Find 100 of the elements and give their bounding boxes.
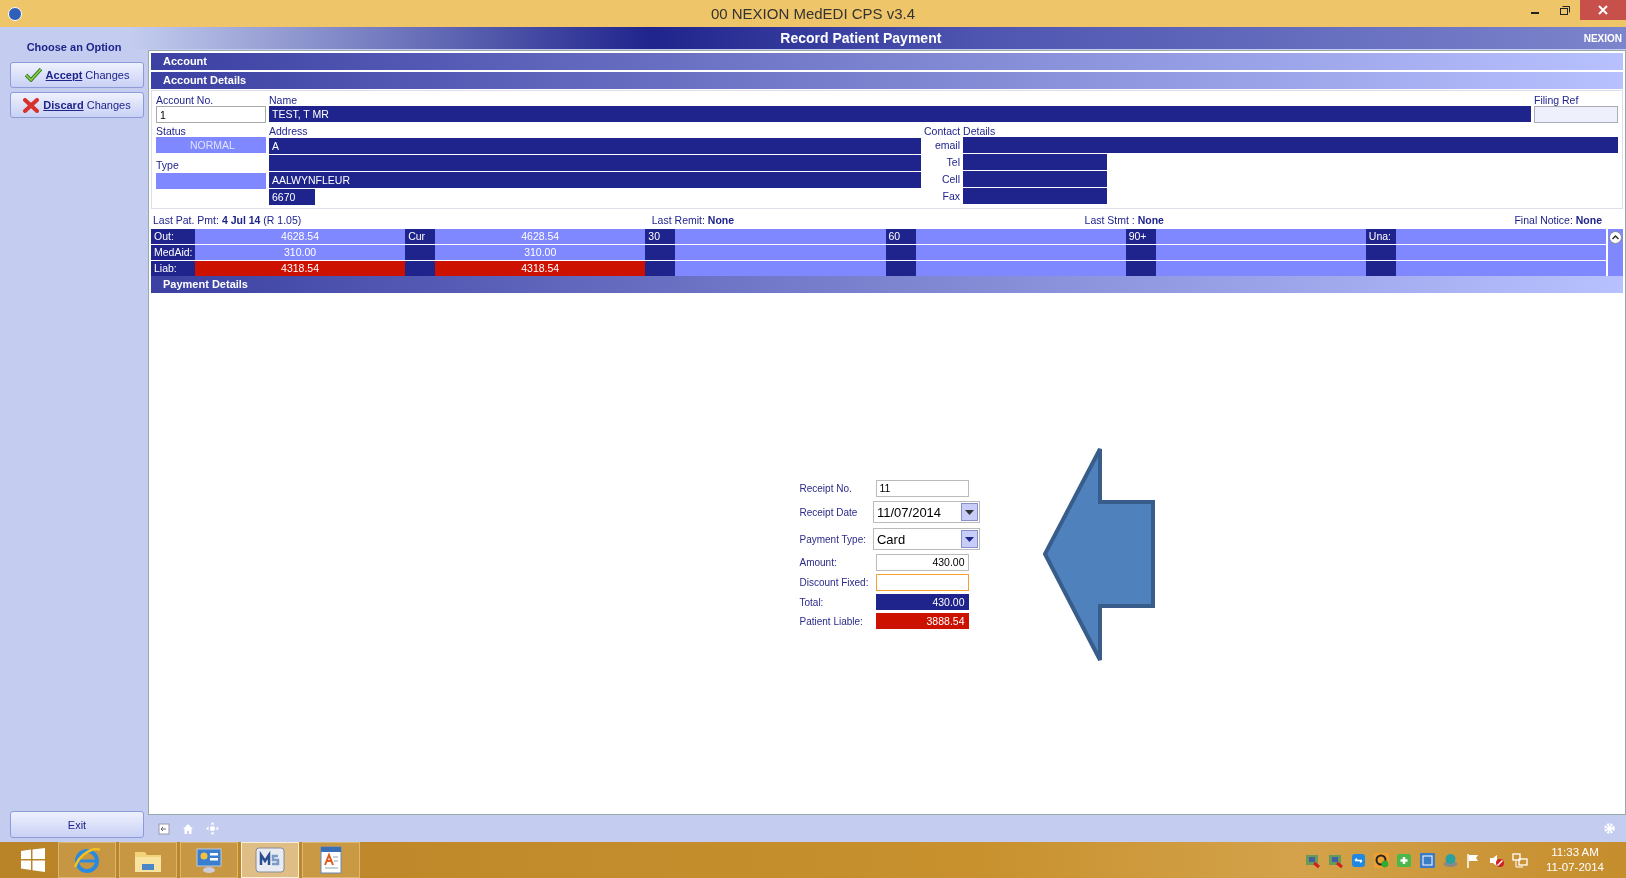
exit-icon[interactable] xyxy=(158,822,170,835)
accept-button[interactable]: Accept Changes xyxy=(10,62,144,88)
column-header: 60 xyxy=(885,229,916,244)
close-button[interactable] xyxy=(1580,0,1626,20)
field-label: Name xyxy=(269,94,298,106)
date-picker[interactable]: 11/07/2014 xyxy=(873,501,980,523)
table-cell: 4318.54 xyxy=(195,261,406,276)
field-label: Discount Fixed: xyxy=(799,577,870,588)
text-field[interactable]: TEST, T MR xyxy=(269,106,1531,122)
text-field[interactable] xyxy=(1534,106,1618,123)
move-icon[interactable] xyxy=(206,822,219,835)
text-field[interactable] xyxy=(963,154,1107,170)
column-header xyxy=(405,261,436,276)
field-label: Contact Details xyxy=(924,125,997,137)
text-field[interactable] xyxy=(963,188,1107,204)
column-header xyxy=(1365,245,1396,260)
sidebar-heading: Choose an Option xyxy=(26,41,122,53)
column-header xyxy=(645,245,676,260)
field-label: Payment Type: xyxy=(799,533,868,545)
field-label: Total: xyxy=(799,596,825,608)
disk-icon[interactable] xyxy=(1442,851,1459,869)
field-label: Address xyxy=(269,125,309,137)
input-field[interactable] xyxy=(875,574,969,591)
row-label: MedAid: xyxy=(151,245,195,260)
minimize-icon xyxy=(1531,12,1539,14)
input-field[interactable]: 11 xyxy=(875,480,969,497)
text-field[interactable] xyxy=(963,171,1107,187)
check-icon xyxy=(24,68,42,82)
table-cell: 310.00 xyxy=(435,245,646,260)
table-cell: 4628.54 xyxy=(195,229,406,244)
document-icon xyxy=(318,845,344,875)
summary-text: Last Stmt : None xyxy=(1084,214,1164,228)
scrollbar[interactable] xyxy=(1608,229,1623,276)
column-header xyxy=(1365,261,1396,276)
text-field[interactable]: A xyxy=(269,138,921,154)
close-icon xyxy=(1597,4,1609,16)
scroll-up-icon[interactable] xyxy=(1609,231,1622,244)
row-label: Out: xyxy=(151,229,195,244)
column-header: Cur xyxy=(405,229,436,244)
field-label: Filing Ref xyxy=(1534,94,1580,106)
dropdown[interactable]: Card xyxy=(873,528,980,550)
text-field[interactable] xyxy=(156,173,266,189)
brand-label: NEXION xyxy=(1583,32,1623,44)
taskbar-app[interactable] xyxy=(241,842,299,878)
app-icon xyxy=(255,847,285,873)
column-header xyxy=(885,261,916,276)
field-label: Receipt Date xyxy=(799,506,859,518)
settings-icon[interactable] xyxy=(1603,822,1616,835)
input-field[interactable]: 430.00 xyxy=(875,554,969,571)
summary-text: Final Notice: None xyxy=(1514,214,1602,228)
caret-icon xyxy=(964,509,974,515)
remote-icon[interactable] xyxy=(1350,851,1367,869)
field-label: Type xyxy=(156,159,180,171)
field-label: Cell xyxy=(940,173,961,185)
field-label: Account No. xyxy=(156,94,215,106)
screen-title: Record Patient Payment xyxy=(779,30,943,46)
app-icon[interactable] xyxy=(8,6,22,21)
text-field[interactable]: AALWYNFLEUR xyxy=(269,172,921,188)
text-field[interactable] xyxy=(269,155,921,171)
field-label: Patient Liable: xyxy=(799,615,864,627)
column-header xyxy=(405,245,436,260)
table-cell: 310.00 xyxy=(195,245,406,260)
column-header xyxy=(645,261,676,276)
value-field: 430.00 xyxy=(875,594,969,610)
taskbar-app[interactable] xyxy=(119,842,177,878)
network-icon[interactable] xyxy=(1511,851,1528,869)
column-header: 90+ xyxy=(1125,229,1156,244)
table-cell: 4318.54 xyxy=(435,261,646,276)
browser-icon xyxy=(72,845,102,875)
field-label: Receipt No. xyxy=(799,483,853,494)
cross-icon xyxy=(23,97,40,113)
column-header: 30 xyxy=(645,229,676,244)
text-field[interactable]: 1 xyxy=(156,106,266,123)
column-header xyxy=(1125,245,1156,260)
section-header: Account xyxy=(151,53,1623,70)
column-header xyxy=(885,245,916,260)
row-label: Liab: xyxy=(151,261,195,276)
text-field[interactable]: 6670 xyxy=(269,189,315,205)
caret-icon xyxy=(964,536,974,542)
table-cell: 4628.54 xyxy=(435,229,646,244)
home-icon[interactable] xyxy=(182,822,194,835)
column-header: Una: xyxy=(1365,229,1396,244)
section-header: Payment Details xyxy=(151,276,1623,293)
section-header: Account Details xyxy=(151,72,1623,89)
plus-icon[interactable] xyxy=(1396,851,1413,869)
field-label: email xyxy=(933,139,961,151)
value-field: 3888.54 xyxy=(875,613,969,629)
field-label: Fax xyxy=(941,190,961,202)
summary-text: Last Remit: None xyxy=(651,214,735,228)
taskbar-app[interactable] xyxy=(302,842,360,878)
column-header xyxy=(1125,261,1156,276)
text-field[interactable] xyxy=(963,137,1618,153)
field-label: Status xyxy=(156,125,187,137)
discard-button[interactable]: Discard Changes xyxy=(10,92,144,118)
exit-button[interactable]: Exit xyxy=(10,811,144,838)
windows-icon xyxy=(20,847,46,873)
field-label: Amount: xyxy=(799,557,838,568)
window-title: 00 NEXION MedEDI CPS v3.4 xyxy=(710,5,916,22)
summary-text: Last Pat. Pmt: 4 Jul 14 (R 1.05) xyxy=(153,214,302,228)
field-label: Tel xyxy=(945,156,961,168)
